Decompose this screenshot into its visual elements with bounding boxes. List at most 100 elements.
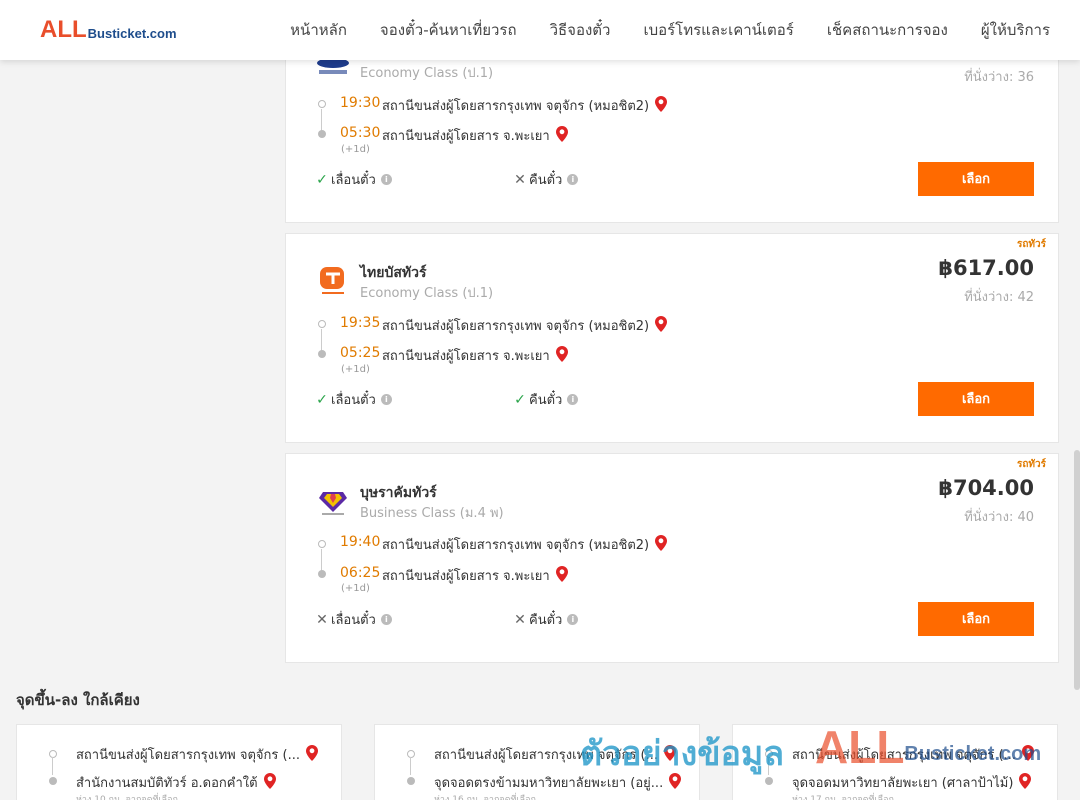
nearby-distance: ห่าง 16 กม. จากจุดที่เลือก <box>434 795 536 800</box>
arrive-station: สถานีขนส่งผู้โดยสาร จ.พะเยา <box>382 345 568 366</box>
map-pin-icon[interactable] <box>263 773 276 789</box>
info-icon[interactable]: i <box>567 394 579 405</box>
select-trip-button[interactable]: เลือก <box>918 602 1034 636</box>
select-trip-button[interactable]: เลือก <box>918 382 1034 416</box>
reschedule-label: เลื่อนตั๋ว <box>331 393 376 408</box>
refund-label: คืนตั๋ว <box>529 393 563 408</box>
arrive-station-label: สถานีขนส่งผู้โดยสาร จ.พะเยา <box>382 569 550 584</box>
arrive-station: สถานีขนส่งผู้โดยสาร จ.พะเยา <box>382 565 568 586</box>
nav-operators[interactable]: ผู้ให้บริการ <box>981 18 1050 42</box>
watermark-logo-all: ALL <box>815 721 905 773</box>
reschedule-feature: ✕ เลื่อนตั๋ว i <box>316 609 392 630</box>
arrive-time: 05:30 <box>340 125 381 141</box>
operator-logo <box>316 484 350 518</box>
depart-time: 19:35 <box>340 315 381 331</box>
map-pin-icon[interactable] <box>555 346 568 362</box>
map-pin-icon[interactable] <box>305 745 318 761</box>
arrive-station: สถานีขนส่งผู้โดยสาร จ.พะเยา <box>382 125 568 146</box>
arrive-time: 06:25 <box>340 565 381 581</box>
arrive-time: 05:25 <box>340 345 381 361</box>
check-icon: ✓ <box>316 171 328 188</box>
logo-brand-text: Busticket.com <box>87 26 177 41</box>
destination-dot <box>49 777 57 785</box>
bus-type-tag: รถทัวร์ <box>1016 459 1046 470</box>
sample-data-watermark: ตัวอย่างข้อมูล <box>580 734 785 774</box>
trip-card: รถทัวร์ ไทยบัสทัวร์ Economy Class (ป.1) … <box>285 233 1059 443</box>
nearby-distance: ห่าง 10 กม. จากจุดที่เลือก <box>76 795 178 800</box>
nav-check-booking[interactable]: เช็คสถานะการจอง <box>827 18 948 42</box>
refund-feature: ✓ คืนตั๋ว i <box>514 389 579 410</box>
nav-how-to-book[interactable]: วิธีจองตั๋ว <box>550 18 611 42</box>
arrive-station-label: สถานีขนส่งผู้โดยสาร จ.พะเยา <box>382 129 550 144</box>
depart-time: 19:40 <box>340 534 381 550</box>
watermark-logo: ALL Busticket.com <box>815 721 1042 773</box>
nearby-to: จุดจอดมหาวิทยาลัยพะเยา (ศาลาป้าไม้) <box>792 772 1032 793</box>
destination-dot <box>407 777 415 785</box>
select-trip-button[interactable]: เลือก <box>918 162 1034 196</box>
nearby-from: สถานีขนส่งผู้โดยสารกรุงเทพ จตุจักร (... <box>76 744 318 765</box>
bus-class: Economy Class (ป.1) <box>360 66 494 81</box>
trip-card: รถทัวร์ บุษราคัมทัวร์ Business Class (ม.… <box>285 453 1059 663</box>
info-icon[interactable]: i <box>380 614 392 625</box>
map-pin-icon[interactable] <box>555 566 568 582</box>
refund-feature: ✕ คืนตั๋ว i <box>514 169 579 190</box>
origin-dot <box>407 750 415 758</box>
destination-dot <box>318 350 326 358</box>
check-icon: ✓ <box>316 391 328 408</box>
operator-name: ไทยบัสทัวร์ <box>360 265 427 281</box>
nav-contacts-counters[interactable]: เบอร์โทรและเคาน์เตอร์ <box>643 18 793 42</box>
reschedule-feature: ✓ เลื่อนตั๋ว i <box>316 169 392 190</box>
refund-label: คืนตั๋ว <box>529 173 563 188</box>
route-line <box>321 329 322 351</box>
bus-class: Business Class (ม.4 พ) <box>360 506 504 521</box>
route-line <box>410 757 411 775</box>
seats-available: ที่นั่งว่าง: 42 <box>964 290 1034 305</box>
nearby-route-card[interactable]: สถานีขนส่งผู้โดยสารกรุงเทพ จตุจักร (... … <box>16 724 342 800</box>
cross-icon: ✕ <box>316 611 328 628</box>
trip-price: ฿617.00 <box>938 256 1034 280</box>
nearby-distance: ห่าง 17 กม. จากจุดที่เลือก <box>792 795 894 800</box>
trip-price: ฿704.00 <box>938 476 1034 500</box>
nearby-to-label: สำนักงานสมบัติทัวร์ อ.ดอกคำใต้ <box>76 776 258 791</box>
cross-icon: ✕ <box>514 611 526 628</box>
watermark-logo-brand: Busticket.com <box>904 743 1042 765</box>
bus-class: Economy Class (ป.1) <box>360 286 494 301</box>
origin-dot <box>318 320 326 328</box>
depart-station: สถานีขนส่งผู้โดยสารกรุงเทพ จตุจักร (หมอช… <box>382 534 668 555</box>
bus-type-tag: รถทัวร์ <box>1016 239 1046 250</box>
nearby-to: สำนักงานสมบัติทัวร์ อ.ดอกคำใต้ <box>76 772 276 793</box>
depart-station: สถานีขนส่งผู้โดยสารกรุงเทพ จตุจักร (หมอช… <box>382 95 668 116</box>
nearby-section-title: จุดขึ้น-ลง ใกล้เคียง <box>16 691 140 709</box>
route-line <box>52 757 53 775</box>
depart-station: สถานีขนส่งผู้โดยสารกรุงเทพ จตุจักร (หมอช… <box>382 315 668 336</box>
info-icon[interactable]: i <box>567 614 579 625</box>
site-header: ALL Busticket.com หน้าหลัก จองตั๋ว-ค้นหา… <box>0 0 1080 60</box>
arrive-station-label: สถานีขนส่งผู้โดยสาร จ.พะเยา <box>382 349 550 364</box>
logo-all-text: ALL <box>40 16 87 43</box>
depart-time: 19:30 <box>340 95 381 111</box>
destination-dot <box>318 130 326 138</box>
depart-station-label: สถานีขนส่งผู้โดยสารกรุงเทพ จตุจักร (หมอช… <box>382 99 650 114</box>
site-logo[interactable]: ALL Busticket.com <box>40 18 177 42</box>
info-icon[interactable]: i <box>380 394 392 405</box>
route-line <box>321 549 322 571</box>
map-pin-icon[interactable] <box>655 316 668 332</box>
nearby-from-label: สถานีขนส่งผู้โดยสารกรุงเทพ จตุจักร (... <box>76 748 300 763</box>
nearby-to-label: จุดจอดมหาวิทยาลัยพะเยา (ศาลาป้าไม้) <box>792 776 1014 791</box>
nav-book-search[interactable]: จองตั๋ว-ค้นหาเที่ยวรถ <box>380 18 517 42</box>
origin-dot <box>318 100 326 108</box>
nav-home[interactable]: หน้าหลัก <box>290 18 347 42</box>
operator-name: บุษราคัมทัวร์ <box>360 485 437 501</box>
depart-station-label: สถานีขนส่งผู้โดยสารกรุงเทพ จตุจักร (หมอช… <box>382 319 650 334</box>
main-nav: หน้าหลัก จองตั๋ว-ค้นหาเที่ยวรถ วิธีจองตั… <box>257 0 1050 60</box>
depart-station-label: สถานีขนส่งผู้โดยสารกรุงเทพ จตุจักร (หมอช… <box>382 538 650 553</box>
map-pin-icon[interactable] <box>1019 773 1032 789</box>
next-day-note: (+1d) <box>341 364 370 375</box>
info-icon[interactable]: i <box>567 174 579 185</box>
map-pin-icon[interactable] <box>655 535 668 551</box>
info-icon[interactable]: i <box>380 174 392 185</box>
refund-feature: ✕ คืนตั๋ว i <box>514 609 579 630</box>
map-pin-icon[interactable] <box>555 126 568 142</box>
map-pin-icon[interactable] <box>655 96 668 112</box>
page-scrollbar[interactable] <box>1074 450 1080 690</box>
